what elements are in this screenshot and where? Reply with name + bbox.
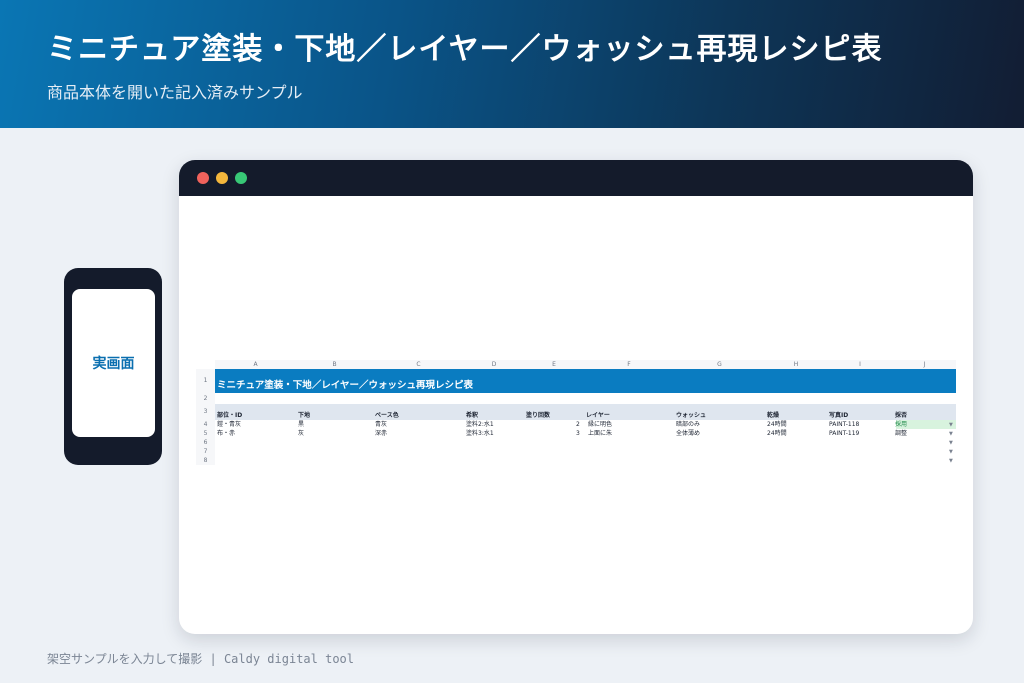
table-cell[interactable]: 暗部のみ bbox=[676, 421, 700, 429]
table-cell[interactable]: 調整 bbox=[895, 430, 907, 438]
phone-screen: 実画面 bbox=[72, 289, 155, 437]
table-cell[interactable]: 鎧・青灰 bbox=[217, 421, 241, 429]
table-cell[interactable]: 3 bbox=[576, 430, 580, 438]
column-header-a[interactable]: A bbox=[215, 360, 296, 369]
phone-mockup: 実画面 bbox=[64, 268, 162, 465]
column-header-b[interactable]: B bbox=[296, 360, 373, 369]
row-header-8[interactable]: 8 bbox=[196, 456, 215, 465]
row-header-1[interactable]: 1 bbox=[196, 369, 215, 393]
chevron-down-icon[interactable]: ▼ bbox=[949, 449, 953, 455]
column-header-e[interactable]: E bbox=[524, 360, 584, 369]
footer-caption: 架空サンプルを入力して撮影 | Caldy digital tool bbox=[47, 652, 354, 666]
window-titlebar bbox=[179, 160, 973, 196]
phone-screen-label: 実画面 bbox=[92, 356, 135, 372]
column-header-d[interactable]: D bbox=[464, 360, 524, 369]
column-label: 部位・ID bbox=[217, 412, 243, 419]
column-label: 塗り回数 bbox=[526, 412, 551, 419]
table-cell[interactable]: PAINT-119 bbox=[829, 430, 859, 438]
column-header-c[interactable]: C bbox=[373, 360, 464, 369]
table-cell[interactable]: 布・赤 bbox=[217, 430, 235, 438]
table-cell[interactable]: 24時間 bbox=[767, 430, 787, 438]
column-header-i[interactable]: I bbox=[827, 360, 893, 369]
chevron-down-icon[interactable]: ▼ bbox=[949, 458, 953, 464]
column-label: 写真ID bbox=[829, 412, 849, 419]
column-label: ベース色 bbox=[375, 412, 399, 419]
row-header-7[interactable]: 7 bbox=[196, 447, 215, 456]
chevron-down-icon[interactable]: ▼ bbox=[949, 431, 953, 437]
column-header-h[interactable]: H bbox=[765, 360, 827, 369]
column-label: 乾燥 bbox=[767, 412, 780, 419]
page-title: ミニチュア塗装・下地／レイヤー／ウォッシュ再現レシピ表 bbox=[47, 32, 883, 67]
column-label: ウォッシュ bbox=[676, 412, 707, 419]
column-label: 採否 bbox=[895, 412, 908, 419]
table-cell[interactable]: 上面に朱 bbox=[588, 430, 612, 438]
sheet-banner: ミニチュア塗装・下地／レイヤー／ウォッシュ再現レシピ表 bbox=[215, 369, 956, 393]
chevron-down-icon[interactable]: ▼ bbox=[949, 440, 953, 446]
row-header-6[interactable]: 6 bbox=[196, 438, 215, 447]
table-cell[interactable]: 黒 bbox=[298, 421, 304, 429]
column-header-f[interactable]: F bbox=[584, 360, 674, 369]
minimize-window-button[interactable] bbox=[216, 172, 228, 184]
row-header-4[interactable]: 4 bbox=[196, 420, 215, 429]
maximize-window-button[interactable] bbox=[235, 172, 247, 184]
chevron-down-icon[interactable]: ▼ bbox=[949, 422, 953, 428]
column-header-g[interactable]: G bbox=[674, 360, 765, 369]
row-header-5[interactable]: 5 bbox=[196, 429, 215, 438]
page-header: ミニチュア塗装・下地／レイヤー／ウォッシュ再現レシピ表 商品本体を開いた記入済み… bbox=[0, 0, 1024, 128]
table-cell[interactable]: 青灰 bbox=[375, 421, 387, 429]
table-cell[interactable]: 24時間 bbox=[767, 421, 787, 429]
row-header-3[interactable]: 3 bbox=[196, 404, 215, 420]
column-label: 希釈 bbox=[466, 412, 479, 419]
app-window: ミニチュア塗装・下地／レイヤー／ウォッシュ再現レシピ表 ABCDEFGHIJ12… bbox=[179, 160, 973, 634]
table-cell[interactable]: 採用 bbox=[895, 421, 907, 429]
table-cell[interactable]: 塗料2:水1 bbox=[466, 421, 494, 429]
table-cell[interactable]: 縁に明色 bbox=[588, 421, 612, 429]
close-window-button[interactable] bbox=[197, 172, 209, 184]
table-cell[interactable]: PAINT-118 bbox=[829, 421, 859, 429]
row-header-2[interactable]: 2 bbox=[196, 393, 215, 404]
column-header-j[interactable]: J bbox=[893, 360, 956, 369]
column-label: レイヤー bbox=[586, 412, 610, 419]
column-label: 下地 bbox=[298, 412, 311, 419]
table-cell[interactable]: 深赤 bbox=[375, 430, 387, 438]
table-cell[interactable]: 2 bbox=[576, 421, 580, 429]
table-cell[interactable]: 全体薄め bbox=[676, 430, 700, 438]
table-cell[interactable]: 灰 bbox=[298, 430, 304, 438]
table-cell[interactable]: 塗料3:水1 bbox=[466, 430, 494, 438]
sheet-banner-title: ミニチュア塗装・下地／レイヤー／ウォッシュ再現レシピ表 bbox=[217, 380, 474, 391]
page-subtitle: 商品本体を開いた記入済みサンプル bbox=[47, 83, 303, 102]
